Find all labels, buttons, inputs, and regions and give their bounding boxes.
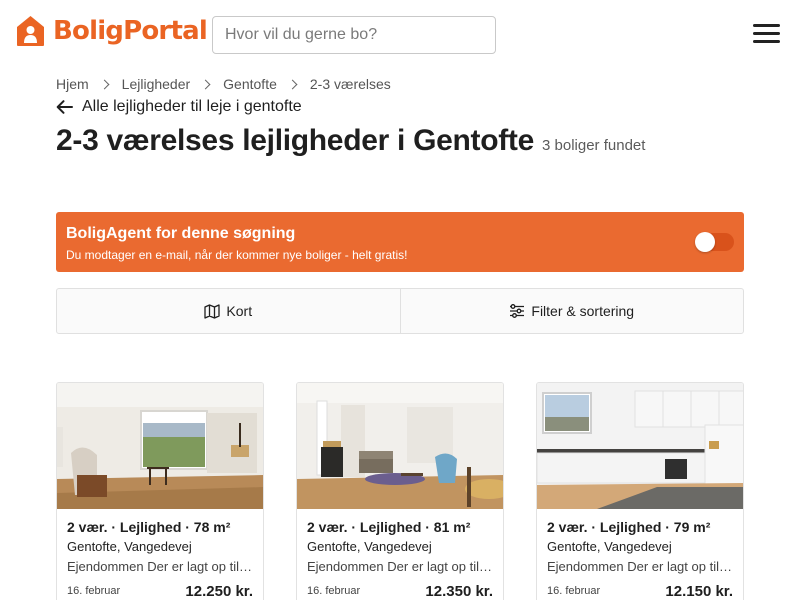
search-input[interactable] xyxy=(212,16,496,54)
listing-body: 2 vær. · Lejlighed · 79 m² Gentofte, Van… xyxy=(547,519,733,574)
page-title: 2-3 værelses lejligheder i Gentofte xyxy=(56,124,535,157)
result-count: 3 boliger fundet xyxy=(542,137,646,154)
breadcrumb-item-lejligheder[interactable]: Lejligheder xyxy=(122,76,191,92)
listing-price: 12.150 kr. xyxy=(665,583,733,600)
breadcrumb-item-home[interactable]: Hjem xyxy=(56,76,89,92)
listing-headline: 2 vær. · Lejlighed · 78 m² xyxy=(67,519,231,535)
agent-toggle[interactable] xyxy=(695,232,734,252)
listing-date: 16. februar xyxy=(307,585,361,597)
listing-location: Gentofte, Vangedevej xyxy=(307,539,432,554)
listing-body: 2 vær. · Lejlighed · 81 m² Gentofte, Van… xyxy=(307,519,493,574)
listing-description: Ejendommen Der er lagt op til en xyxy=(67,559,253,574)
page-title-row: 2-3 værelses lejligheder i Gentofte 3 bo… xyxy=(56,124,645,158)
listing-price: 12.250 kr. xyxy=(185,583,253,600)
breadcrumb: Hjem Lejligheder Gentofte 2-3 værelses xyxy=(56,74,391,94)
arrow-left-icon xyxy=(56,100,73,114)
top-header: BoligPortal xyxy=(0,0,800,70)
map-button[interactable]: Kort xyxy=(57,289,400,333)
listing-location: Gentofte, Vangedevej xyxy=(547,539,672,554)
listing-description: Ejendommen Der er lagt op til en xyxy=(547,559,733,574)
listing-card[interactable]: 2 vær. · Lejlighed · 81 m² Gentofte, Van… xyxy=(296,382,504,600)
listing-photo xyxy=(537,383,743,509)
listing-date: 16. februar xyxy=(67,585,121,597)
listing-description: Ejendommen Der er lagt op til en xyxy=(307,559,493,574)
back-link[interactable]: Alle lejligheder til leje i gentofte xyxy=(56,96,302,118)
back-link-label: Alle lejligheder til leje i gentofte xyxy=(82,98,302,115)
breadcrumb-item-gentofte[interactable]: Gentofte xyxy=(223,76,277,92)
chevron-right-icon xyxy=(287,79,298,89)
sliders-icon xyxy=(510,304,525,318)
listing-card[interactable]: 2 vær. · Lejlighed · 79 m² Gentofte, Van… xyxy=(536,382,744,600)
action-bar: Kort Filter & sortering xyxy=(56,288,744,334)
agent-subtitle: Du modtager en e-mail, når der kommer ny… xyxy=(66,248,408,262)
listing-body: 2 vær. · Lejlighed · 78 m² Gentofte, Van… xyxy=(67,519,253,574)
toggle-knob xyxy=(695,232,715,252)
listing-price: 12.350 kr. xyxy=(425,583,493,600)
map-icon xyxy=(204,303,221,319)
bolig-agent-banner: BoligAgent for denne søgning Du modtager… xyxy=(56,212,744,272)
listing-card[interactable]: 2 vær. · Lejlighed · 78 m² Gentofte, Van… xyxy=(56,382,264,600)
listing-headline: 2 vær. · Lejlighed · 81 m² xyxy=(307,519,471,535)
listing-headline: 2 vær. · Lejlighed · 79 m² xyxy=(547,519,711,535)
chevron-right-icon xyxy=(99,79,110,89)
breadcrumb-item-current: 2-3 værelses xyxy=(309,76,391,92)
logo-text: BoligPortal xyxy=(53,16,208,46)
chevron-right-icon xyxy=(200,79,211,89)
filter-sort-label: Filter & sortering xyxy=(531,303,635,319)
logo-link[interactable]: BoligPortal xyxy=(16,15,208,47)
listing-date: 16. februar xyxy=(547,585,601,597)
map-button-label: Kort xyxy=(226,303,253,319)
house-logo-icon xyxy=(17,16,44,46)
listing-photo xyxy=(297,383,503,509)
agent-title: BoligAgent for denne søgning xyxy=(66,225,296,242)
listing-photo xyxy=(57,383,263,509)
hamburger-menu-icon[interactable] xyxy=(753,24,780,46)
listing-location: Gentofte, Vangedevej xyxy=(67,539,192,554)
filter-sort-button[interactable]: Filter & sortering xyxy=(399,289,744,333)
